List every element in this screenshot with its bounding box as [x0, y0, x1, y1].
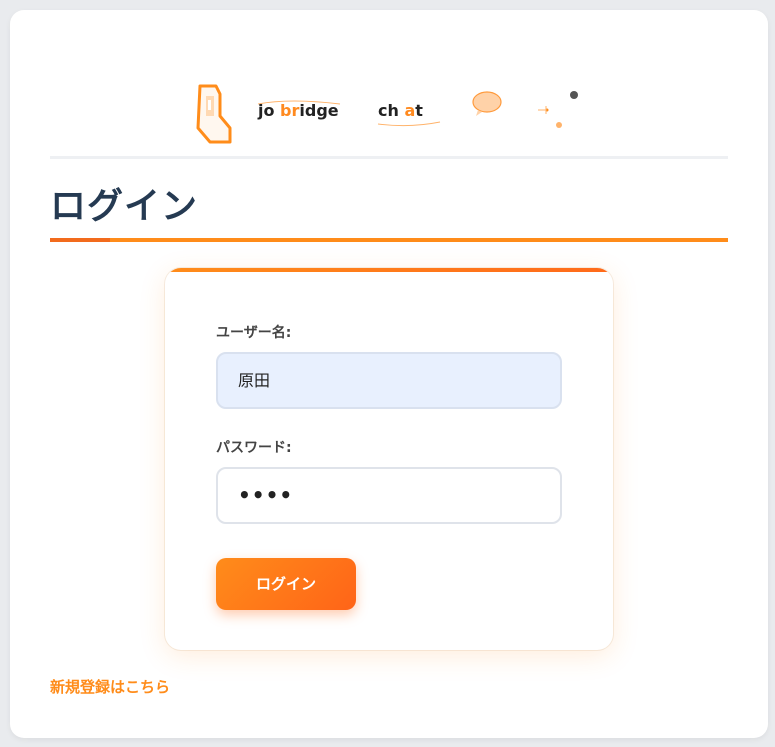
logo-part: jo	[258, 101, 281, 120]
password-input[interactable]: ••••	[216, 467, 562, 524]
header-divider	[50, 156, 728, 159]
logo-word-bridge: jo bridge	[258, 101, 339, 120]
logo-word-chat: ch at	[378, 101, 423, 120]
login-button[interactable]: ログイン	[216, 558, 356, 610]
form-accent-bar	[165, 268, 613, 272]
password-label: パスワード:	[216, 440, 292, 456]
username-label: ユーザー名:	[216, 325, 292, 341]
logo-part: t	[415, 101, 423, 120]
title-underline	[50, 238, 728, 242]
app-logo: jo bridge ch at	[190, 70, 610, 150]
network-dots-icon	[538, 91, 578, 128]
phone-icon	[196, 84, 232, 144]
logo-part-accent: a	[404, 101, 416, 120]
logo-part: ch	[378, 101, 405, 120]
username-input[interactable]: 原田	[216, 352, 562, 409]
register-link[interactable]: 新規登録はこちら	[50, 676, 170, 697]
logo-part: idge	[299, 101, 339, 120]
page-title: ログイン	[50, 186, 199, 227]
main-card: jo bridge ch at ログイン ユーザー名: 原田 パスワード: ••…	[10, 10, 768, 738]
login-form: ユーザー名: 原田 パスワード: •••• ログイン	[165, 268, 613, 650]
logo-part-accent: br	[280, 101, 300, 120]
speech-bubble-icon	[472, 91, 502, 116]
